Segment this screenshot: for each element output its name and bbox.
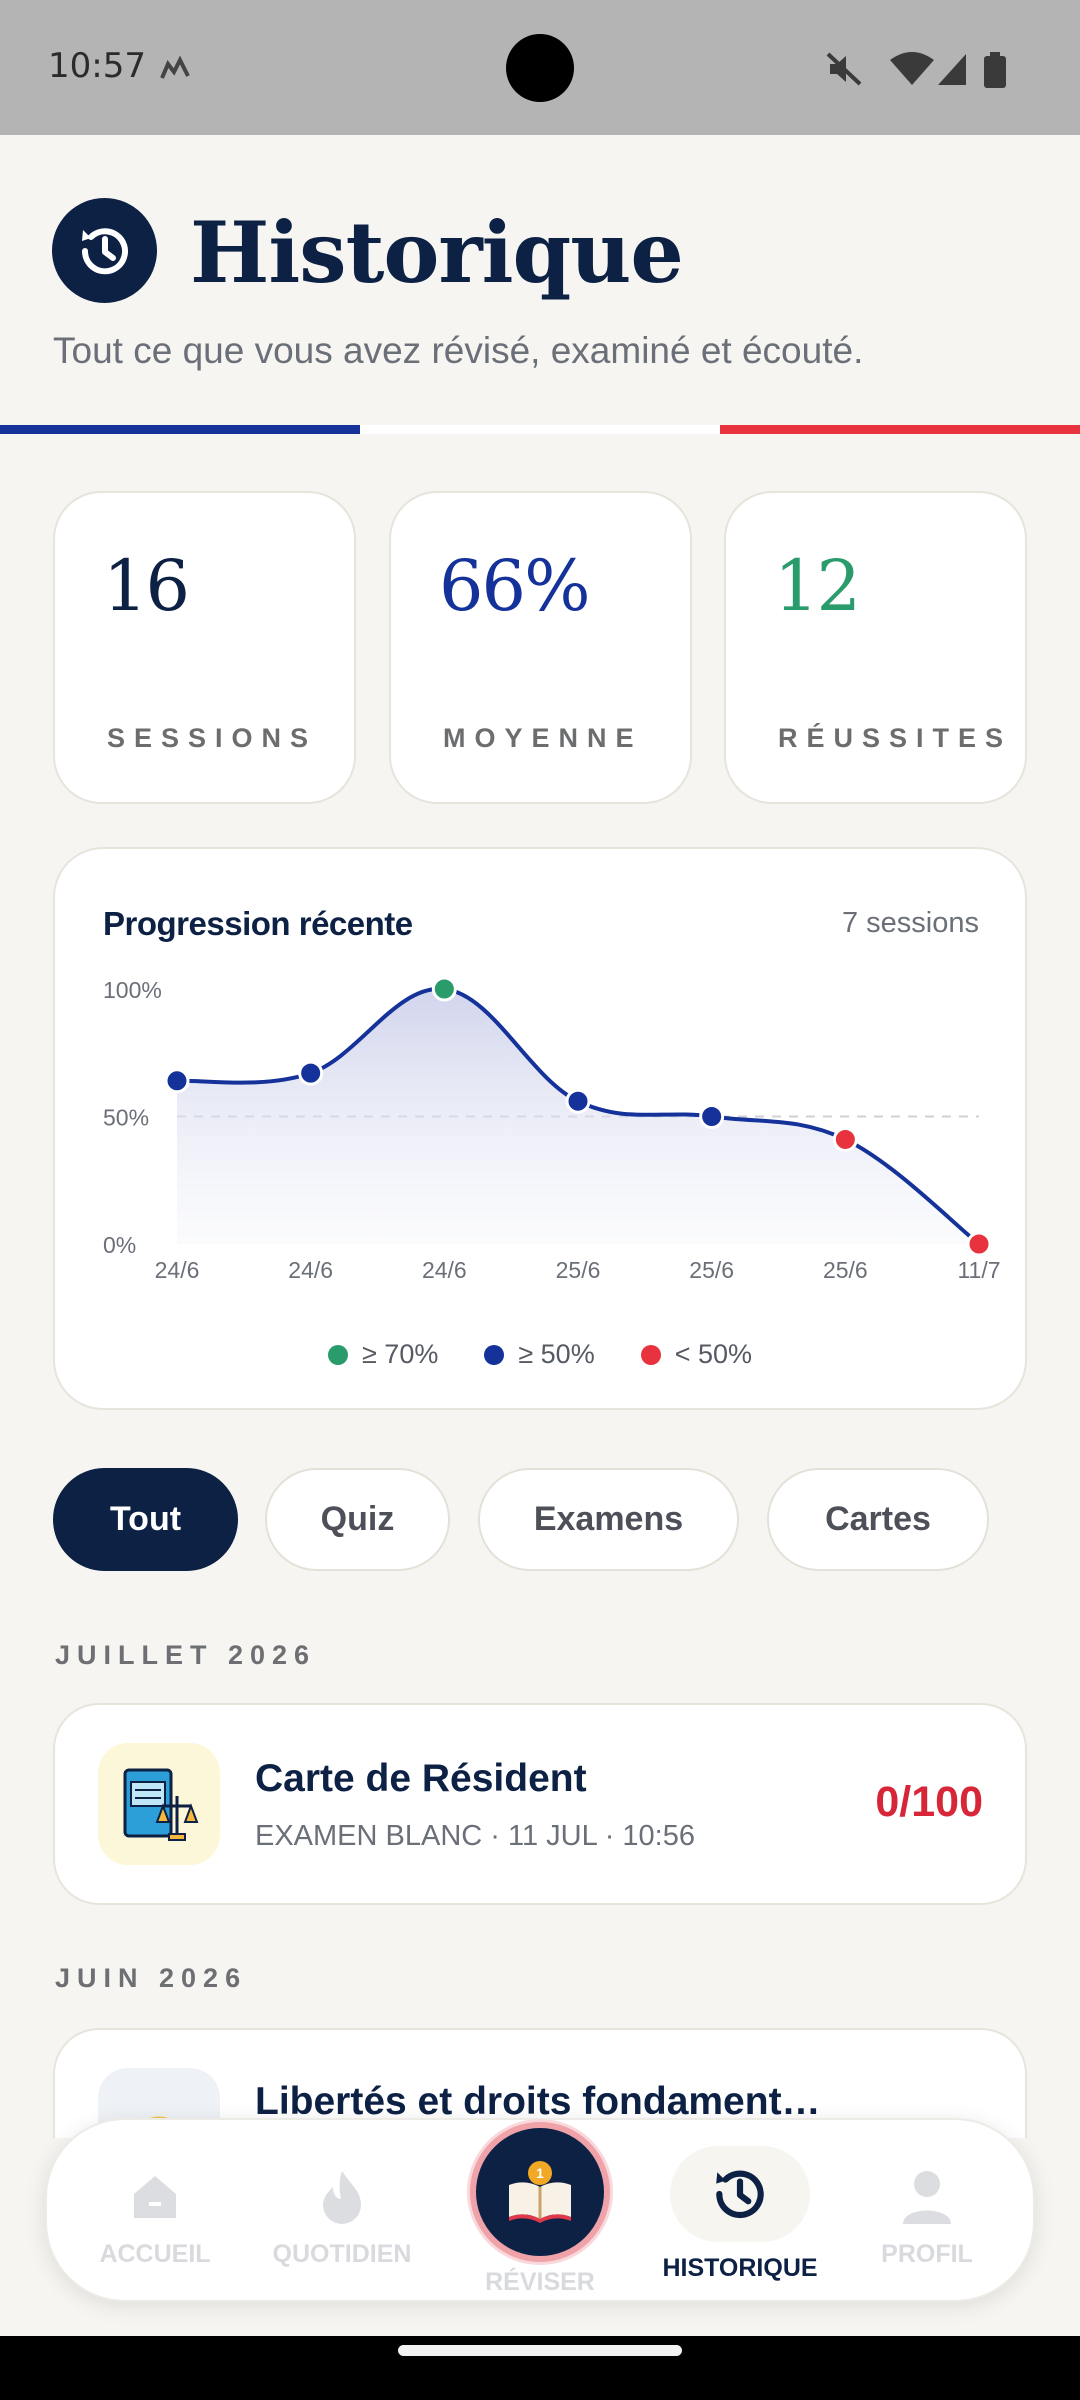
nav-item-daily[interactable]: QUOTIDIEN — [252, 2120, 432, 2304]
history-icon — [670, 2146, 810, 2242]
stat-label: SESSIONS — [107, 723, 318, 753]
filter-cards[interactable]: Cartes — [767, 1468, 989, 1571]
nav-label-review: RÉVISER — [485, 2268, 595, 2296]
stat-value: 12 — [774, 545, 861, 627]
review-button[interactable]: 1 — [470, 2122, 610, 2262]
nav-item-home[interactable]: ACCUEIL — [65, 2120, 245, 2304]
flame-icon — [319, 2162, 365, 2232]
x-tick-label: 24/6 — [422, 1257, 467, 1283]
chart-point[interactable] — [431, 976, 457, 1002]
nav-label: HISTORIQUE — [662, 2254, 818, 2282]
wifi-icon — [890, 52, 934, 85]
legend-dot — [484, 1344, 505, 1365]
y-tick-label: 0% — [103, 1232, 136, 1258]
nav-item-profile[interactable]: PROFIL — [837, 2120, 1017, 2304]
legend-item: < 50% — [640, 1339, 753, 1370]
history-item-title: Carte de Résident — [255, 1757, 587, 1800]
nav-item-history[interactable]: HISTORIQUE — [650, 2120, 830, 2304]
stat-label: RÉUSSITES — [778, 723, 1013, 753]
month-heading: JUIN 2026 — [55, 1963, 248, 1993]
chart-point[interactable] — [966, 1231, 992, 1257]
gesture-handle[interactable] — [398, 2345, 682, 2356]
stat-value: 66% — [439, 545, 591, 627]
filter-exams[interactable]: Examens — [478, 1468, 739, 1571]
camera-cutout — [506, 34, 574, 102]
history-icon — [52, 198, 157, 303]
stat-value: 16 — [103, 545, 190, 627]
page-header: Historique Tout ce que vous avez révisé,… — [0, 135, 1080, 423]
y-tick-label: 100% — [103, 977, 162, 1003]
history-item[interactable]: Carte de Résident EXAMEN BLANC · 11 JUL … — [53, 1703, 1027, 1905]
chart-legend: ≥ 70% ≥ 50% < 50% — [55, 1339, 1025, 1370]
filter-quiz[interactable]: Quiz — [265, 1468, 450, 1571]
profile-icon — [900, 2162, 954, 2232]
stat-card-sessions: 16 SESSIONS — [53, 491, 356, 804]
french-flag-stripe — [0, 425, 1080, 434]
x-tick-label: 25/6 — [823, 1257, 868, 1283]
legend-item: ≥ 50% — [484, 1339, 595, 1370]
chart-point[interactable] — [565, 1088, 591, 1114]
signal-icon — [938, 54, 966, 85]
x-tick-label: 11/7 — [957, 1257, 1000, 1283]
page-title: Historique — [190, 203, 684, 302]
mute-icon — [826, 52, 862, 86]
history-item-score: 0/100 — [875, 1778, 983, 1826]
chart-point[interactable] — [699, 1104, 725, 1129]
stat-label: MOYENNE — [443, 723, 643, 753]
home-icon — [128, 2162, 182, 2232]
stat-card-average: 66% MOYENNE — [389, 491, 692, 804]
nav-label: QUOTIDIEN — [272, 2240, 412, 2268]
legend-dot — [640, 1344, 661, 1365]
x-tick-label: 24/6 — [155, 1257, 200, 1283]
x-tick-label: 24/6 — [288, 1257, 333, 1283]
legend-label: ≥ 70% — [361, 1339, 439, 1369]
status-time: 10:57 — [48, 46, 146, 86]
chart-point[interactable] — [832, 1126, 858, 1152]
open-book-icon: 1 — [509, 2161, 571, 2223]
x-tick-label: 25/6 — [556, 1257, 601, 1283]
legend-label: < 50% — [674, 1339, 753, 1369]
page-subtitle: Tout ce que vous avez révisé, examiné et… — [53, 330, 864, 371]
stat-card-successes: 12 RÉUSSITES — [724, 491, 1027, 804]
x-tick-label: 25/6 — [689, 1257, 734, 1283]
battery-icon — [984, 52, 1006, 88]
nav-label: ACCUEIL — [99, 2240, 211, 2268]
month-heading: JUILLET 2026 — [55, 1640, 317, 1670]
filter-all[interactable]: Tout — [53, 1468, 238, 1571]
legend-label: ≥ 50% — [518, 1339, 595, 1369]
nav-label: PROFIL — [881, 2240, 973, 2268]
legend-dot — [327, 1344, 348, 1365]
legend-item: ≥ 70% — [327, 1339, 439, 1370]
civil-law-book-icon — [98, 1743, 220, 1865]
y-tick-label: 50% — [103, 1105, 149, 1131]
status-bar: 10:57 — [0, 0, 1080, 135]
chart-point[interactable] — [164, 1068, 190, 1094]
history-item-meta: EXAMEN BLANC · 11 JUL · 10:56 — [255, 1820, 695, 1852]
progress-chart: 100% 50% 0% 24/6 24/6 24/6 25/6 25/6 25/6 11/7 — [103, 976, 1001, 1283]
progress-chart-card: Progression récente 7 sessions 100% 50% 0%… — [53, 847, 1027, 1410]
notification-app-icon — [160, 56, 190, 79]
svg-text:1: 1 — [536, 2165, 544, 2181]
chart-point[interactable] — [298, 1060, 324, 1086]
